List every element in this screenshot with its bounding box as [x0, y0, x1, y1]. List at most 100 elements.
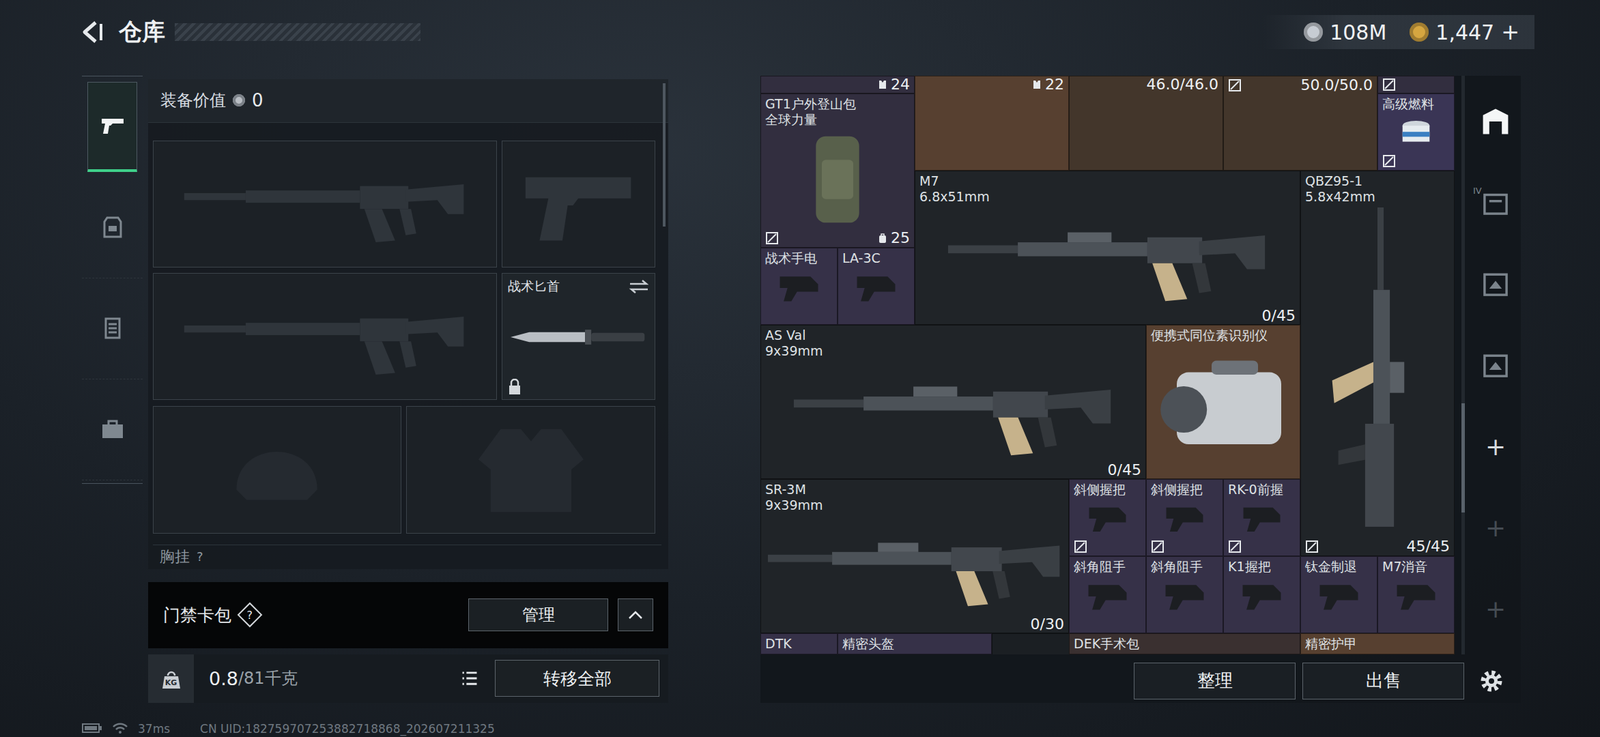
storage-item[interactable]: 精密护甲	[1300, 633, 1455, 655]
storage-item[interactable]: QBZ95-15.8x42mm 45/45	[1300, 170, 1455, 557]
storage-item[interactable]: M76.8x51mm 0/45	[914, 170, 1301, 325]
storage-item[interactable]: 斜侧握把	[1146, 479, 1224, 557]
item-image	[765, 359, 1142, 465]
loadout-tab[interactable]	[81, 177, 143, 279]
item-footer: 50.0/50.0	[1227, 78, 1373, 93]
storage-item[interactable]: 46.0/46.0	[1068, 75, 1224, 171]
no-insurance-icon	[1227, 78, 1242, 93]
storage-item[interactable]: 斜侧握把	[1068, 479, 1147, 557]
backpack-icon	[767, 130, 908, 229]
transfer-all-button[interactable]: 转移全部	[494, 660, 660, 697]
storage-item[interactable]: 战术手电	[760, 247, 838, 325]
storage-item[interactable]: AS Val9x39mm 0/45	[760, 324, 1147, 480]
top-bar: 仓库108M1,447+	[0, 0, 1600, 65]
item-footer	[1073, 539, 1142, 554]
keycard-bar: 门禁卡包?管理	[148, 582, 669, 649]
item-footer: 46.0/46.0	[1073, 78, 1219, 91]
storage-tab[interactable]: +	[1470, 568, 1521, 650]
equipment-slot[interactable]	[152, 273, 497, 400]
item-footer: 0/45	[919, 309, 1296, 323]
swap-icon[interactable]	[628, 278, 650, 295]
expand-button[interactable]	[617, 598, 654, 632]
storage-item[interactable]: M7消音	[1377, 556, 1455, 634]
item-image	[765, 513, 1065, 619]
item-image	[1305, 204, 1450, 540]
equipment-slot[interactable]	[501, 140, 656, 268]
storage-item[interactable]: 精密头盔	[837, 633, 992, 655]
storage-item[interactable]: 高级燃料	[1377, 93, 1455, 171]
chevron-up-icon	[627, 609, 644, 621]
back-button[interactable]	[79, 17, 110, 48]
storage-item[interactable]: 斜角阻手	[1068, 556, 1147, 634]
item-footer	[765, 309, 833, 323]
item-header: QBZ95-15.8x42mm	[1305, 173, 1450, 205]
item-name: K1握把	[1227, 559, 1296, 575]
back-arrow-icon[interactable]	[79, 18, 107, 46]
storage-tab[interactable]: +	[1470, 487, 1521, 569]
no-insurance-icon	[1305, 539, 1319, 554]
action-button[interactable]: 出售	[1302, 662, 1465, 700]
storage-item[interactable]: 斜角阻手	[1146, 556, 1224, 634]
storage-item[interactable]: LA-3C	[837, 247, 915, 325]
storage-item[interactable]: 便携式同位素识别仪	[1146, 324, 1301, 480]
item-name: GT1户外登山包	[765, 96, 910, 112]
item-name: SR-3M	[765, 481, 1065, 498]
item-header: M76.8x51mm	[919, 173, 1296, 205]
equipment-slot[interactable]	[152, 140, 497, 268]
storage-item[interactable]: GT1户外登山包全球力量 25	[760, 93, 915, 248]
item-header: AS Val9x39mm	[765, 327, 1142, 360]
storage-item[interactable]: DTK	[760, 633, 838, 655]
storage-item[interactable]: DEK手术包	[1068, 633, 1301, 655]
loadout-tab[interactable]	[87, 81, 138, 173]
isotope-scanner-icon	[1153, 346, 1293, 462]
storage-tab[interactable]	[1470, 81, 1521, 163]
action-button[interactable]: 整理	[1133, 662, 1296, 700]
gear-icon[interactable]	[1477, 667, 1506, 695]
item-count: 50.0/50.0	[1301, 79, 1373, 92]
storage-item[interactable]: SR-3M9x39mm 0/30	[760, 479, 1069, 634]
equipment-slot[interactable]	[406, 406, 656, 534]
storage-item[interactable]: 22	[914, 75, 1069, 171]
storage-item[interactable]: 24	[760, 75, 915, 94]
storage-tab[interactable]	[1470, 324, 1521, 407]
storage-item[interactable]	[1377, 75, 1455, 94]
storage-item[interactable]: 钛金制退	[1300, 556, 1378, 634]
scroll-thumb[interactable]	[1461, 403, 1465, 513]
scrollbar[interactable]	[662, 83, 666, 227]
item-image	[765, 127, 910, 232]
help-button[interactable]: ?	[196, 549, 204, 564]
item-footer	[1150, 618, 1219, 631]
list-button[interactable]	[453, 662, 486, 695]
item-footer: 0/30	[765, 618, 1065, 631]
add-currency-button[interactable]: +	[1501, 19, 1520, 46]
loadout-tab[interactable]	[81, 278, 143, 380]
storage-item[interactable]: K1握把	[1223, 556, 1301, 634]
item-footer: 45/45	[1305, 539, 1450, 554]
item-image	[765, 266, 833, 310]
loadout-tab[interactable]	[81, 379, 143, 481]
equipment-slot[interactable]	[152, 406, 402, 534]
item-footer	[1227, 618, 1296, 631]
item-header: 精密护甲	[1305, 636, 1450, 652]
storage-tab[interactable]: IV	[1470, 162, 1521, 244]
item-image	[1073, 574, 1142, 619]
rifle-icon	[174, 292, 476, 381]
help-button[interactable]: ?	[237, 602, 263, 628]
equipment-slot[interactable]: 战术匕首	[501, 273, 656, 400]
item-name: LA-3C	[842, 250, 910, 267]
item-caliber: 全球力量	[765, 111, 910, 128]
item-header: 钛金制退	[1305, 559, 1373, 575]
manage-button[interactable]: 管理	[468, 598, 609, 632]
case-icon	[98, 415, 127, 444]
ping: 37ms	[137, 722, 170, 736]
storage-item[interactable]: 50.0/50.0	[1223, 75, 1378, 171]
attachment-icon	[845, 268, 908, 308]
storage-tab[interactable]	[1470, 243, 1521, 325]
item-header: 斜侧握把	[1150, 481, 1219, 498]
storage-item[interactable]: RK-0前握	[1223, 479, 1301, 557]
item-header: GT1户外登山包全球力量	[765, 96, 910, 128]
list-icon	[460, 668, 480, 689]
item-count: 0/45	[1262, 309, 1296, 323]
storage-tab[interactable]: +	[1470, 406, 1521, 488]
storage-scrollbar[interactable]	[1461, 75, 1465, 655]
